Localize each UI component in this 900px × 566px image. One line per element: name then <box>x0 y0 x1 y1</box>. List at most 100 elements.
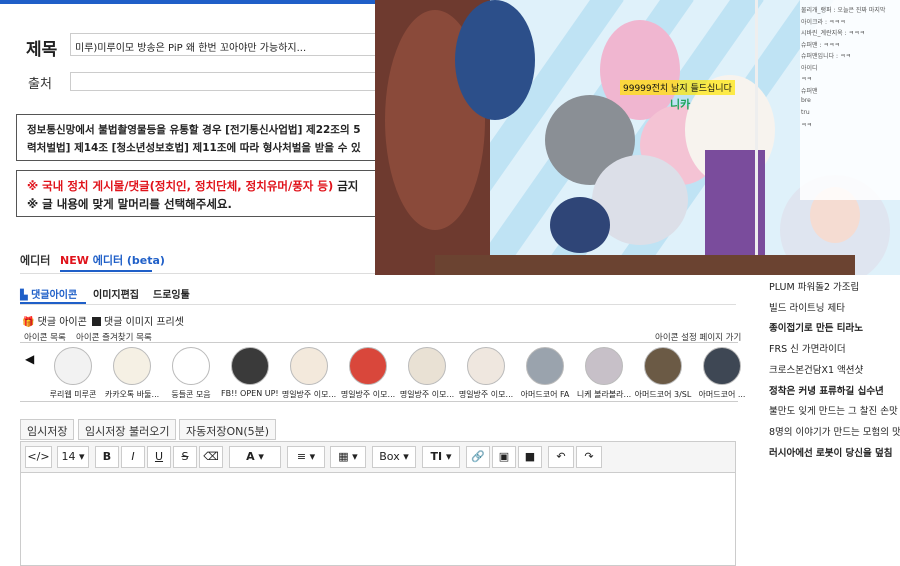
icon-pack-item[interactable]: 아머드코어 3/SL <box>634 347 692 400</box>
sidebar-link[interactable]: 종이접기로 만든 티라노 <box>769 320 863 334</box>
italic-button[interactable]: I <box>121 446 145 468</box>
tab-editor-beta[interactable]: NEW 에디터 (beta) <box>60 252 165 268</box>
chat-message: 물리개_랭퍼 : 오늘은 진짜 마지막 <box>801 7 886 14</box>
strike-button[interactable]: S <box>173 446 197 468</box>
box-label: Box <box>379 450 400 463</box>
politics-ban-suffix: 금지 <box>333 179 359 193</box>
image-button[interactable]: ▣ <box>492 446 516 468</box>
chat-message: ㅋㅋ <box>801 76 813 83</box>
tab-comment-icon-label: 댓글아이콘 <box>31 290 78 301</box>
font-size-value: 14 <box>61 450 76 463</box>
title-label: 제목 <box>26 40 58 60</box>
icon-pack-thumbnail <box>703 347 741 385</box>
sidebar-link[interactable]: 빌드 라이트닝 제타 <box>769 300 845 314</box>
icon-pack-thumbnail <box>113 347 151 385</box>
header-select-line: ※ 글 내용에 맞게 말머리를 선택해주세요. <box>27 197 232 211</box>
temp-save-button[interactable]: 임시저장 <box>20 419 75 440</box>
tab-comment-icon[interactable]: ▙ 댓글아이콘 <box>20 286 77 301</box>
tab-editor[interactable]: 에디터 <box>20 252 50 268</box>
image-preset-option[interactable]: 댓글 이미지 프리셋 <box>92 313 184 328</box>
icon-pack-caption: 명일방주 이모... <box>281 390 337 399</box>
chat-message: 슈퍼맨 <box>801 87 818 95</box>
tab-editor-beta-label: 에디터 (beta) <box>92 254 165 267</box>
comment-icon-option[interactable]: 🎁 댓글 아이콘 <box>22 313 87 328</box>
text-style-button[interactable]: TI ▾ <box>422 446 460 468</box>
icon-pack-thumbnail <box>349 347 387 385</box>
align-button[interactable]: ≡ ▾ <box>287 446 325 468</box>
font-size-select[interactable]: 14 ▾ <box>57 446 89 468</box>
align-icon: ≡ <box>296 450 307 463</box>
subtab-divider <box>20 304 736 305</box>
chat-message: 슈퍼맨 : ㅋㅋㅋ <box>801 41 840 49</box>
icon-pack-caption: 아머드코어 FA <box>520 390 570 399</box>
square-icon <box>92 317 101 326</box>
sidebar-link[interactable]: 정착은 커녕 표류하길 십수년 <box>769 383 884 397</box>
legal-notice: 정보통신망에서 불법촬영물등을 유통할 경우 [전기통신사업법] 제22조의 5… <box>16 114 386 161</box>
title-input[interactable]: 미루)미루이모 방송은 PiP 왜 한번 꼬아야만 가능하지... <box>70 33 380 56</box>
redo-button[interactable]: ↷ <box>576 446 602 468</box>
icon-pack-caption: 아머드코어 3/SL <box>634 390 692 399</box>
icon-pack-item[interactable]: FB!! OPEN UP!! <box>221 347 279 398</box>
icon-pack-thumbnail <box>585 347 623 385</box>
undo-button[interactable]: ↶ <box>548 446 574 468</box>
eraser-button[interactable]: ⌫ <box>199 446 223 468</box>
sidebar-link[interactable]: PLUM 파워돌2 가조립 <box>769 279 859 293</box>
source-label: 출처 <box>28 77 52 92</box>
chat-message: ㅋㅋ <box>801 122 813 129</box>
table-icon: ▦ <box>338 450 349 463</box>
tab-image-edit[interactable]: 이미지편집 <box>93 286 139 301</box>
icon-pack-caption: 루리웹 미루콘 <box>49 390 97 399</box>
icon-pack-thumbnail <box>408 347 446 385</box>
box-button[interactable]: Box ▾ <box>372 446 416 468</box>
stream-banner: 99999전치 남지 들드십니다 <box>620 80 735 95</box>
icon-pack-item[interactable]: 둥들콘 모음 <box>162 347 220 400</box>
icon-pack-thumbnail <box>54 347 92 385</box>
bold-button[interactable]: B <box>95 446 119 468</box>
icon-pack-item[interactable]: 루리웹 미루콘 <box>44 347 102 400</box>
icon-pack-thumbnail <box>526 347 564 385</box>
sidebar-link[interactable]: 크로스본건담X1 액션샷 <box>769 362 863 376</box>
icon-pack-caption: 명일방주 이모... <box>399 390 455 399</box>
source-input[interactable] <box>70 72 380 91</box>
icon-pack-item[interactable]: 카카오톡 바둘... <box>103 347 161 400</box>
icon-pack-thumbnail <box>290 347 328 385</box>
sidebar-link[interactable]: 러시아에선 로봇이 당신을 덮침 <box>769 445 893 459</box>
load-temp-save-button[interactable]: 임시저장 불러오기 <box>78 419 177 440</box>
link-button[interactable]: 🔗 <box>466 446 490 468</box>
chat-message: tru <box>801 108 810 116</box>
politics-ban-prefix: ※ 국내 정치 게시물/댓글 <box>27 179 150 193</box>
sidebar-link[interactable]: FRS 신 가면라이더 <box>769 341 846 355</box>
chat-message: 아이크라 : ㅋㅋㅋ <box>801 18 846 26</box>
icon-pack-caption: 명일방주 이모... <box>340 390 396 399</box>
sidebar-link[interactable]: 8명의 이야기가 만드는 모험의 맛 <box>769 424 900 438</box>
video-button[interactable]: ■ <box>518 446 542 468</box>
prev-arrow-icon[interactable]: ◀ <box>25 352 34 366</box>
image-preset-option-label: 댓글 이미지 프리셋 <box>104 317 184 328</box>
icon-pack-thumbnail <box>644 347 682 385</box>
sidebar-link[interactable]: 불만도 잊게 만드는 그 찰진 손맛 <box>769 403 898 417</box>
icon-pack-item[interactable]: 명일방주 이모... <box>280 347 338 400</box>
icon-pack-item[interactable]: 니케 볼라볼라... <box>575 347 633 400</box>
stream-name-tag: 니카 <box>670 98 691 111</box>
auto-save-toggle[interactable]: 자동저장ON(5분) <box>179 419 277 440</box>
icon-pack-item[interactable]: 명일방주 이모... <box>339 347 397 400</box>
icon-pack-item[interactable]: 아머드코어 FA <box>516 347 574 400</box>
tab-drawing[interactable]: 드로잉툴 <box>153 286 190 301</box>
posting-rules-notice: ※ 국내 정치 게시물/댓글(정치인, 정치단체, 정치유머/풍자 등) 금지 … <box>16 170 386 217</box>
text-style-label: TI <box>430 450 443 463</box>
font-color-glyph: A <box>246 450 255 463</box>
new-badge: NEW <box>60 254 89 267</box>
code-view-button[interactable]: </> <box>25 446 52 468</box>
gift-icon: 🎁 <box>22 317 35 328</box>
icon-pack-item[interactable]: 명일방주 이모... <box>398 347 456 400</box>
underline-button[interactable]: U <box>147 446 171 468</box>
chat-message: 슈퍼맨입니다 : ㅋㅋ <box>801 53 851 60</box>
table-button[interactable]: ▦ ▾ <box>330 446 366 468</box>
icon-pack-item[interactable]: 명일방주 이모... <box>457 347 515 400</box>
editor-content-area[interactable] <box>20 473 736 566</box>
font-color-button[interactable]: A ▾ <box>229 446 281 468</box>
icon-pack-item[interactable]: 아머드코어 ... <box>693 347 751 400</box>
icon-pack-caption: FB!! OPEN UP!! <box>221 389 279 398</box>
icon-pack-thumbnail <box>231 347 269 385</box>
icon-pack-caption: 니케 볼라볼라... <box>576 390 632 399</box>
